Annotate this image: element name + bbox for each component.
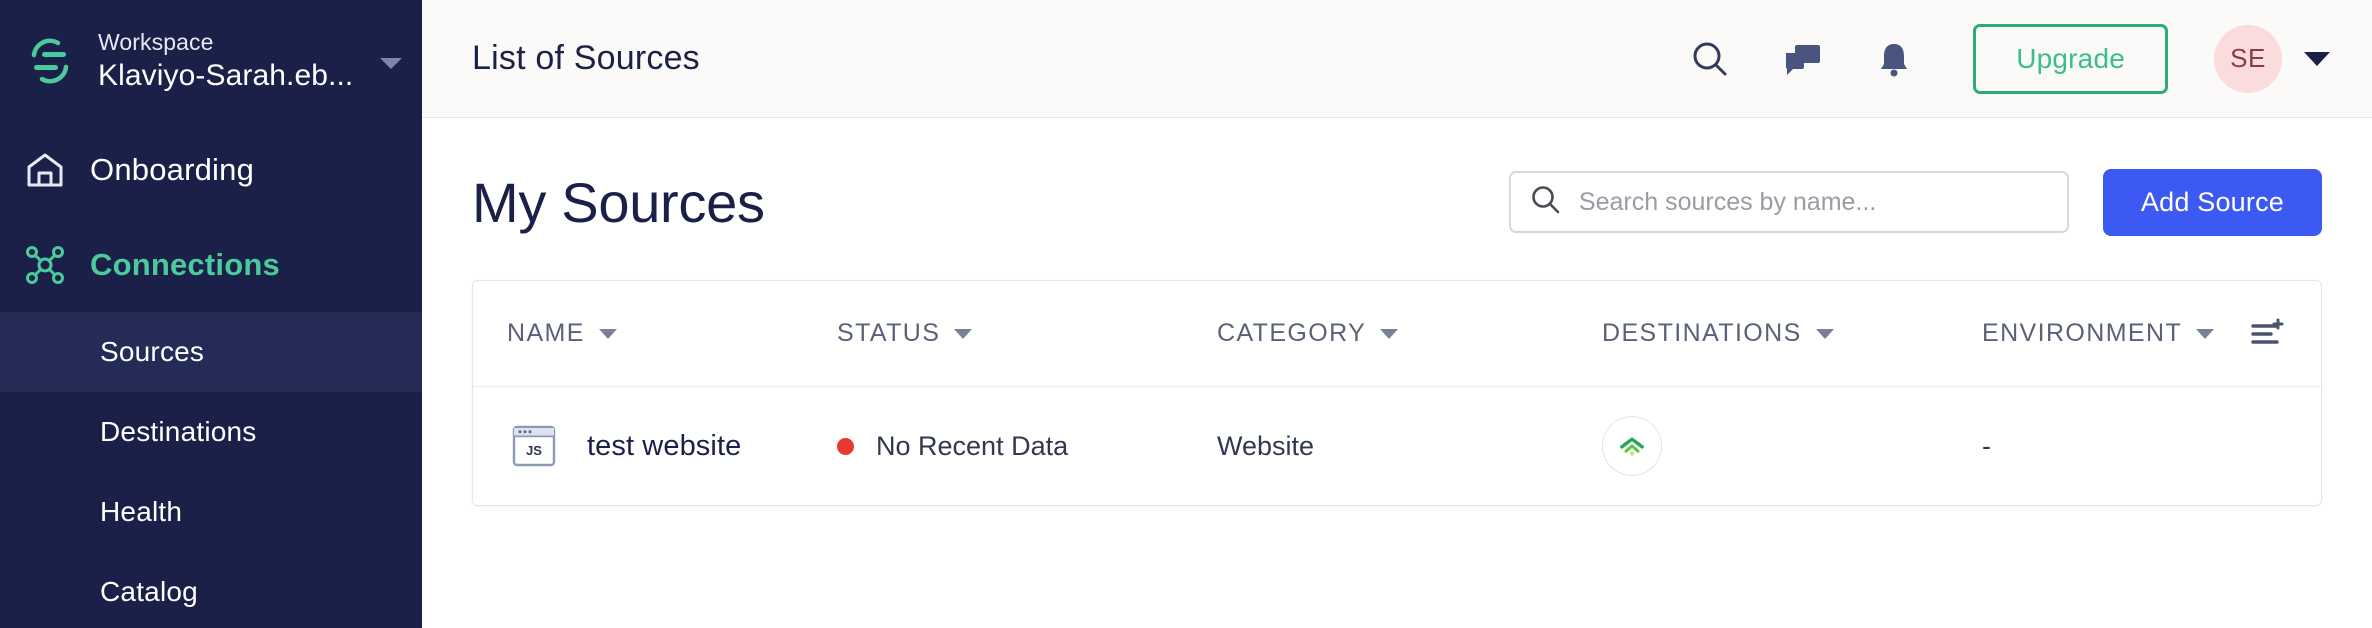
- page-header-title: List of Sources: [472, 39, 700, 77]
- sidebar-item-label: Destinations: [100, 416, 257, 447]
- main-area: List of Sources Upgrade SE My Sources Se…: [422, 0, 2372, 628]
- bell-notification-icon[interactable]: [1871, 36, 1917, 82]
- search-input[interactable]: [1578, 187, 2049, 217]
- column-header-category[interactable]: CATEGORY: [1217, 319, 1602, 348]
- sidebar-item-label: Onboarding: [90, 151, 255, 187]
- column-header-label: NAME: [507, 319, 585, 347]
- workspace-name: Klaviyo-Sarah.eb...: [98, 59, 354, 92]
- column-settings-icon[interactable]: [2227, 314, 2287, 354]
- column-header-label: STATUS: [837, 319, 941, 347]
- sidebar-item-sources[interactable]: Sources: [0, 312, 422, 392]
- cell-name[interactable]: JS test website: [507, 419, 837, 473]
- page-title: My Sources: [472, 170, 765, 234]
- status-label: No Recent Data: [876, 430, 1069, 461]
- sidebar-item-label: Catalog: [100, 576, 198, 607]
- app-root: Workspace Klaviyo-Sarah.eb... Onboarding: [0, 0, 2372, 628]
- topbar: List of Sources Upgrade SE: [422, 0, 2372, 118]
- cell-category: Website: [1217, 431, 1602, 462]
- sidebar-item-destinations[interactable]: Destinations: [0, 392, 422, 472]
- chat-feedback-icon[interactable]: [1779, 36, 1825, 82]
- chevron-down-icon[interactable]: [2304, 51, 2330, 66]
- search-sources-box[interactable]: [1508, 171, 2069, 233]
- table-row[interactable]: JS test website No Recent Data Website -: [473, 387, 2321, 505]
- sidebar-item-label: Sources: [100, 336, 205, 367]
- svg-text:JS: JS: [526, 443, 542, 458]
- javascript-website-icon: JS: [507, 419, 561, 473]
- caret-down-icon: [2196, 328, 2215, 339]
- workspace-label: Workspace: [98, 29, 214, 55]
- cell-status: No Recent Data: [837, 431, 1217, 462]
- column-header-label: ENVIRONMENT: [1982, 319, 2183, 347]
- segment-logo-icon: [22, 33, 78, 89]
- sidebar-item-onboarding[interactable]: Onboarding: [0, 122, 422, 217]
- caret-down-icon: [954, 328, 973, 339]
- column-header-destinations[interactable]: DESTINATIONS: [1602, 319, 1982, 348]
- workspace-switcher[interactable]: Workspace Klaviyo-Sarah.eb...: [0, 0, 422, 104]
- wifi-signal-icon[interactable]: [1602, 416, 1662, 476]
- sources-table: NAME STATUS CATEGORY DESTINATIONS ENVIRO…: [472, 280, 2322, 506]
- sidebar-item-label: Connections: [90, 246, 280, 282]
- column-header-name[interactable]: NAME: [507, 319, 837, 348]
- primary-nav: Onboarding Connections Sources Destinati…: [0, 122, 422, 628]
- sidebar-item-connections[interactable]: Connections: [0, 217, 422, 312]
- chevron-down-icon[interactable]: [380, 57, 402, 69]
- column-header-status[interactable]: STATUS: [837, 319, 1217, 348]
- add-source-button[interactable]: Add Source: [2102, 168, 2322, 236]
- sidebar-item-health[interactable]: Health: [0, 472, 422, 552]
- source-name: test website: [587, 429, 742, 462]
- column-header-environment[interactable]: ENVIRONMENT: [1982, 319, 2227, 348]
- sidebar: Workspace Klaviyo-Sarah.eb... Onboarding: [0, 0, 422, 628]
- avatar[interactable]: SE: [2214, 24, 2282, 93]
- environment-label: -: [1982, 430, 1991, 461]
- caret-down-icon: [1815, 328, 1834, 339]
- column-header-label: CATEGORY: [1217, 319, 1367, 347]
- content-area: My Sources Add Source NAME: [422, 118, 2372, 506]
- sidebar-item-label: Health: [100, 496, 183, 527]
- sidebar-item-catalog[interactable]: Catalog: [0, 552, 422, 628]
- home-icon: [22, 147, 68, 193]
- search-icon[interactable]: [1687, 36, 1733, 82]
- upgrade-button[interactable]: Upgrade: [1973, 23, 2168, 94]
- table-body: JS test website No Recent Data Website -: [473, 387, 2321, 505]
- caret-down-icon: [598, 328, 617, 339]
- search-icon: [1529, 183, 1563, 222]
- cell-destinations: [1602, 416, 1982, 476]
- cell-environment: -: [1982, 431, 2227, 462]
- status-badge: [837, 437, 854, 455]
- workspace-text: Workspace Klaviyo-Sarah.eb...: [98, 27, 370, 95]
- category-label: Website: [1217, 430, 1315, 461]
- connections-node-icon: [22, 242, 68, 288]
- column-header-label: DESTINATIONS: [1602, 319, 1802, 347]
- caret-down-icon: [1380, 328, 1399, 339]
- table-header-row: NAME STATUS CATEGORY DESTINATIONS ENVIRO…: [473, 281, 2321, 387]
- content-header: My Sources Add Source: [472, 118, 2322, 250]
